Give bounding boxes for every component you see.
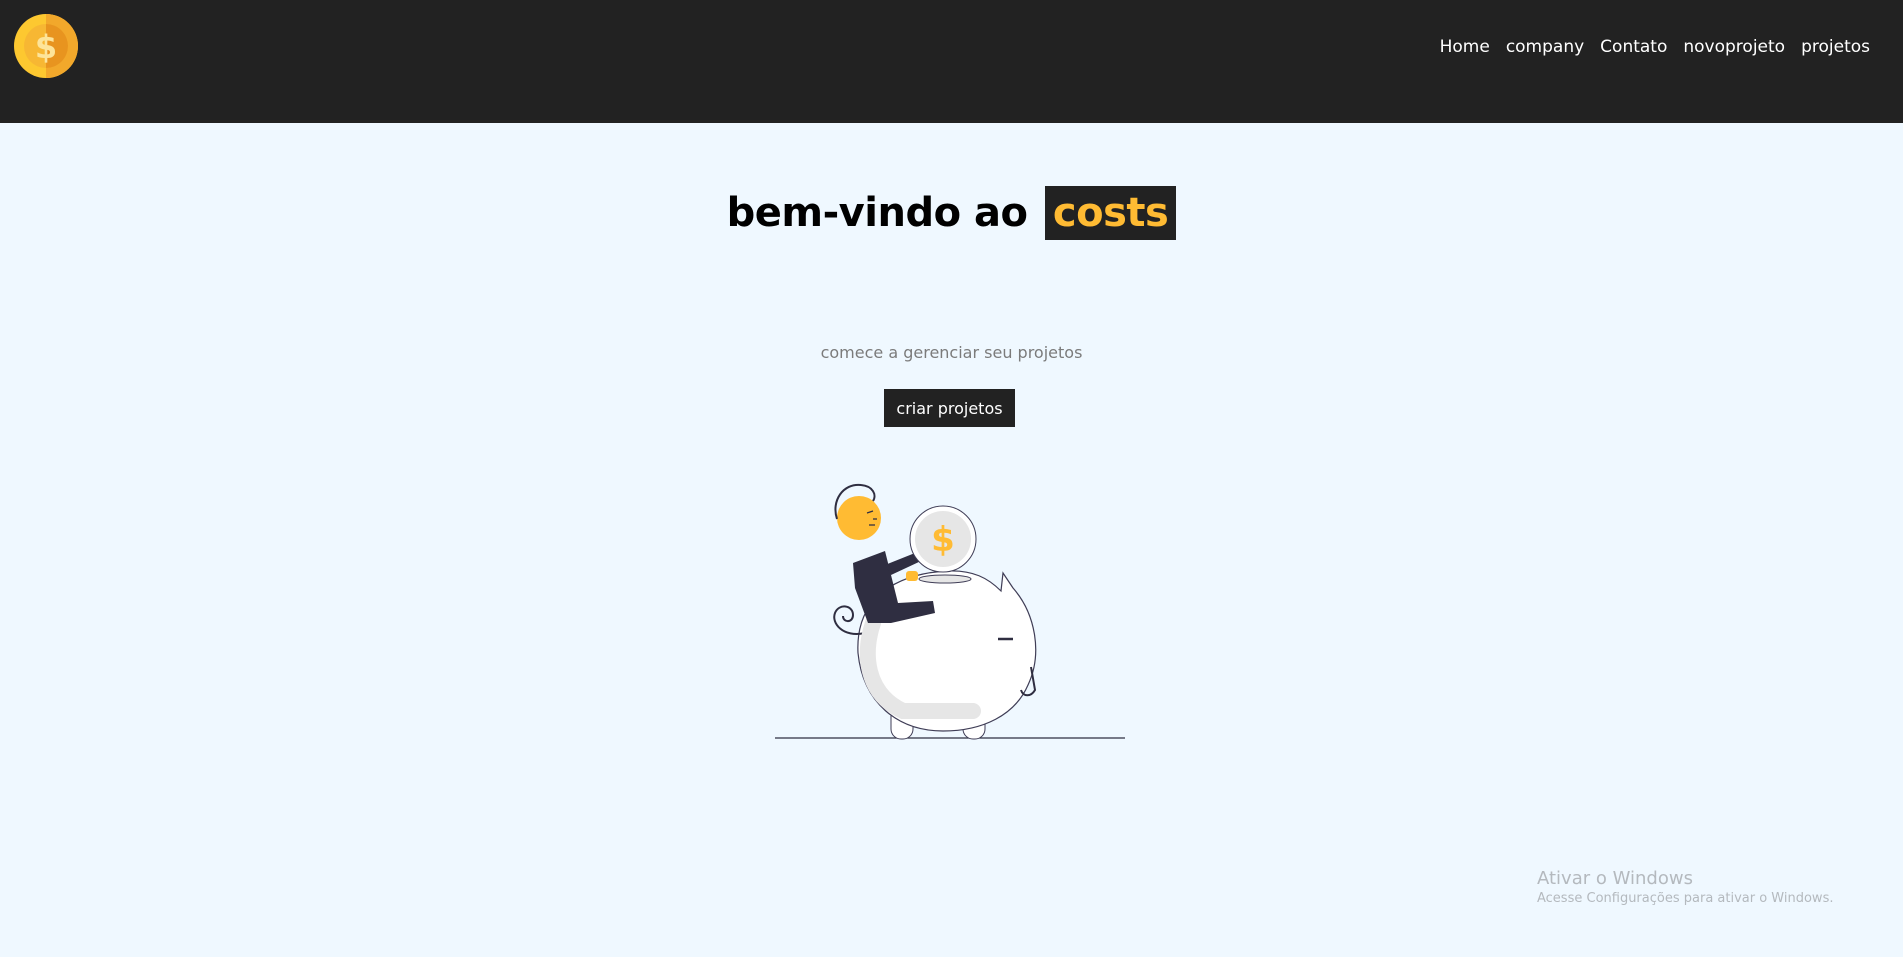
nav-item-novoprojeto: novoprojeto bbox=[1683, 37, 1785, 57]
nav-item-projetos: projetos bbox=[1801, 37, 1870, 57]
nav-link-home[interactable]: Home bbox=[1440, 37, 1490, 57]
brand-highlight: costs bbox=[1044, 186, 1177, 240]
nav-link-projetos[interactable]: projetos bbox=[1801, 37, 1870, 57]
nav-link-contato[interactable]: Contato bbox=[1600, 37, 1667, 57]
nav-links: Home company Contato novoprojeto projeto… bbox=[1440, 37, 1870, 57]
create-projects-button[interactable]: criar projetos bbox=[884, 389, 1015, 427]
svg-text:$: $ bbox=[35, 28, 57, 66]
dollar-coin-icon: $ bbox=[14, 14, 78, 78]
svg-text:$: $ bbox=[931, 520, 955, 560]
logo-link[interactable]: $ bbox=[13, 13, 79, 79]
hero-section: bem-vindo ao costs comece a gerenciar se… bbox=[0, 123, 1903, 957]
navbar: $ Home company Contato novoprojeto proje… bbox=[0, 0, 1903, 123]
nav-link-novoprojeto[interactable]: novoprojeto bbox=[1683, 37, 1785, 57]
nav-item-home: Home bbox=[1440, 37, 1490, 57]
nav-item-company: company bbox=[1506, 37, 1584, 57]
nav-item-contato: Contato bbox=[1600, 37, 1667, 57]
hero-title: bem-vindo ao costs bbox=[0, 185, 1903, 241]
watermark-title: Ativar o Windows bbox=[1537, 868, 1693, 889]
piggy-bank-savings-illustration: $ bbox=[775, 483, 1125, 740]
hero-title-prefix: bem-vindo ao bbox=[726, 190, 1028, 236]
hero-subtitle: comece a gerenciar seu projetos bbox=[820, 343, 1083, 362]
watermark-subtitle: Acesse Configurações para ativar o Windo… bbox=[1537, 891, 1834, 906]
nav-link-company[interactable]: company bbox=[1506, 37, 1584, 57]
windows-activation-watermark: Ativar o Windows Acesse Configurações pa… bbox=[1537, 868, 1833, 908]
